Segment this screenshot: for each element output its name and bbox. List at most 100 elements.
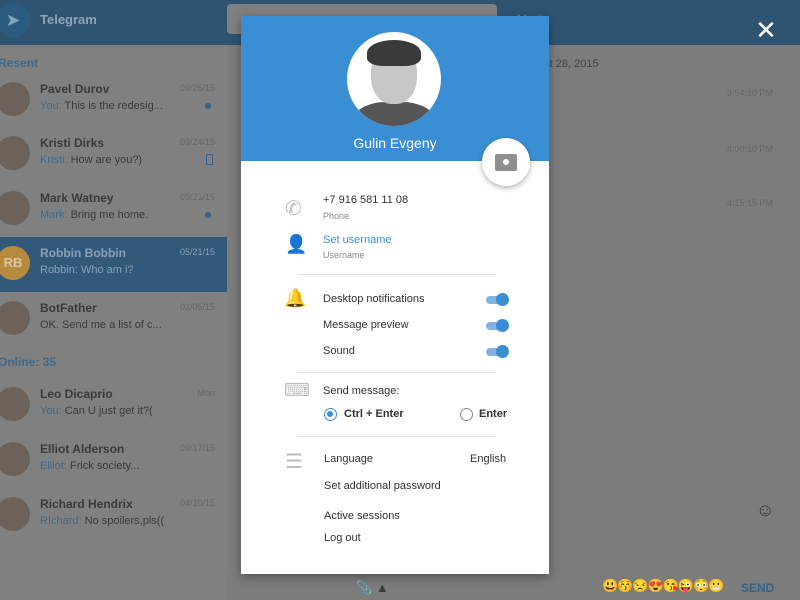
chat-list-item[interactable]: Pavel Durov You: This is the redesig... … bbox=[0, 73, 227, 128]
toggle-label: Sound bbox=[323, 345, 355, 357]
section-online: Online: 35 bbox=[0, 355, 57, 369]
set-password-item[interactable]: Set additional password bbox=[324, 480, 441, 492]
chat-list-item[interactable]: Kristi Dirks Kristi: How are you?) 09/24… bbox=[0, 127, 227, 182]
contact-name: Richard Hendrix bbox=[40, 497, 133, 511]
chat-list-item[interactable]: RB Robbin Bobbin Robbin: Who am i? 05/21… bbox=[0, 237, 227, 292]
unread-dot-icon bbox=[205, 103, 211, 109]
message-text: No spoilers,pls(( bbox=[84, 515, 165, 527]
toggle-label: Message preview bbox=[323, 319, 409, 331]
set-username-link[interactable]: Set username bbox=[323, 234, 391, 246]
section-recent: Resent bbox=[0, 56, 39, 70]
phone-icon: ✆ bbox=[285, 198, 302, 220]
ctrl-enter-radio[interactable] bbox=[324, 408, 337, 421]
contact-name: Mark Watney bbox=[40, 191, 114, 205]
image-icon[interactable]: ▲ bbox=[376, 580, 389, 595]
profile-avatar bbox=[347, 32, 441, 126]
toggle-label: Desktop notifications bbox=[323, 293, 425, 305]
avatar bbox=[0, 497, 30, 531]
send-message-label: Send message: bbox=[323, 385, 400, 397]
sidebar: Resent Online: 35 Pavel Durov You: This … bbox=[0, 45, 227, 600]
chat-date: 04/10/15 bbox=[179, 498, 215, 508]
chat-date: 05/21/15 bbox=[179, 247, 215, 257]
menu-icon: ☰ bbox=[285, 451, 303, 473]
user-icon: 👤 bbox=[285, 234, 308, 254]
telegram-logo-icon: ➤ bbox=[0, 3, 30, 37]
avatar bbox=[0, 82, 30, 116]
divider bbox=[298, 372, 496, 373]
active-sessions-item[interactable]: Active sessions bbox=[324, 510, 400, 522]
settings-modal: Gulin Evgeny ✆ +7 916 581 11 08 Phone 👤 … bbox=[241, 16, 549, 574]
chat-date: 09/17/15 bbox=[179, 443, 215, 453]
chat-date: Mon bbox=[197, 388, 215, 398]
message-text: OK. Send me a list of c... bbox=[40, 319, 162, 331]
last-message: OK. Send me a list of c... bbox=[40, 319, 162, 331]
divider bbox=[298, 436, 496, 437]
app-title: Telegram bbox=[40, 12, 97, 27]
chat-date: 09/21/15 bbox=[179, 192, 215, 202]
message-time: 4:00:10 PM bbox=[726, 144, 773, 154]
username-label: Username bbox=[323, 250, 365, 260]
chat-list-item[interactable]: BotFather OK. Send me a list of c... 02/… bbox=[0, 292, 227, 347]
chat-list-item[interactable]: Leo Dicaprio You: Can U just get it?( Mo… bbox=[0, 378, 227, 433]
language-item[interactable]: Language bbox=[324, 453, 373, 465]
close-icon[interactable]: ✕ bbox=[754, 17, 778, 43]
mobile-icon bbox=[206, 154, 213, 165]
sender: Elliot: bbox=[40, 460, 67, 472]
message-preview-toggle[interactable] bbox=[486, 319, 509, 332]
avatar bbox=[0, 442, 30, 476]
message-time: 3:54:10 PM bbox=[726, 88, 773, 98]
last-message: You: This is the redesig... bbox=[40, 100, 163, 112]
avatar bbox=[0, 136, 30, 170]
chat-date: 02/05/15 bbox=[179, 302, 215, 312]
message-text: Frick society... bbox=[69, 460, 140, 472]
camera-button[interactable] bbox=[482, 138, 530, 186]
unread-dot-icon bbox=[205, 212, 211, 218]
avatar bbox=[0, 387, 30, 421]
bell-icon: 🔔 bbox=[284, 288, 307, 308]
sender: Mark: bbox=[40, 209, 68, 221]
message-text: Can U just get it?( bbox=[64, 405, 153, 417]
language-value[interactable]: English bbox=[470, 453, 506, 465]
message-text: Who am i? bbox=[80, 264, 134, 276]
chat-date: 09/24/15 bbox=[179, 137, 215, 147]
contact-name: Kristi Dirks bbox=[40, 136, 105, 150]
contact-name: Robbin Bobbin bbox=[40, 246, 126, 260]
keyboard-icon: ⌨ bbox=[284, 380, 310, 400]
enter-radio[interactable] bbox=[460, 408, 473, 421]
avatar: RB bbox=[0, 246, 30, 280]
last-message: RIchard: No spoilers,pls(( bbox=[40, 515, 164, 527]
message-text: Bring me home. bbox=[70, 209, 149, 221]
chat-list-item[interactable]: Richard Hendrix RIchard: No spoilers,pls… bbox=[0, 488, 227, 543]
last-message: Robbin: Who am i? bbox=[40, 264, 134, 276]
emoji-icon[interactable]: ☺ bbox=[756, 500, 774, 521]
phone-number: +7 916 581 11 08 bbox=[323, 194, 409, 206]
sender: RIchard: bbox=[40, 515, 82, 527]
last-message: You: Can U just get it?( bbox=[40, 405, 153, 417]
last-message: Mark: Bring me home. bbox=[40, 209, 148, 221]
radio-label: Enter bbox=[479, 408, 508, 420]
chat-list-item[interactable]: Mark Watney Mark: Bring me home. 09/21/1… bbox=[0, 182, 227, 237]
attach-icons: 📎 ▲ bbox=[356, 580, 389, 596]
sound-toggle[interactable] bbox=[486, 345, 509, 358]
emoji-bar[interactable]: 😃😚😒😍😘😜😳😬 bbox=[602, 578, 724, 594]
avatar bbox=[0, 191, 30, 225]
contact-name: Elliot Alderson bbox=[40, 442, 125, 456]
log-out-item[interactable]: Log out bbox=[324, 532, 361, 544]
phone-label: Phone bbox=[323, 211, 350, 221]
chat-date: 09/26/15 bbox=[179, 83, 215, 93]
contact-name: BotFather bbox=[40, 301, 97, 315]
sender: You: bbox=[40, 100, 62, 112]
send-button[interactable]: SEND bbox=[741, 581, 774, 595]
chat-list-item[interactable]: Elliot Alderson Elliot: Frick society...… bbox=[0, 433, 227, 488]
last-message: Elliot: Frick society... bbox=[40, 460, 139, 472]
sender: Robbin: bbox=[40, 264, 78, 276]
contact-name: Pavel Durov bbox=[40, 82, 110, 96]
message-text: This is the redesig... bbox=[64, 100, 163, 112]
desktop-notifications-toggle[interactable] bbox=[486, 293, 509, 306]
message-text: How are you?) bbox=[70, 154, 143, 166]
divider bbox=[298, 274, 496, 275]
message-time: 4:15:15 PM bbox=[726, 198, 773, 208]
paperclip-icon[interactable]: 📎 bbox=[356, 580, 372, 595]
sender: You: bbox=[40, 405, 62, 417]
last-message: Kristi: How are you?) bbox=[40, 154, 142, 166]
